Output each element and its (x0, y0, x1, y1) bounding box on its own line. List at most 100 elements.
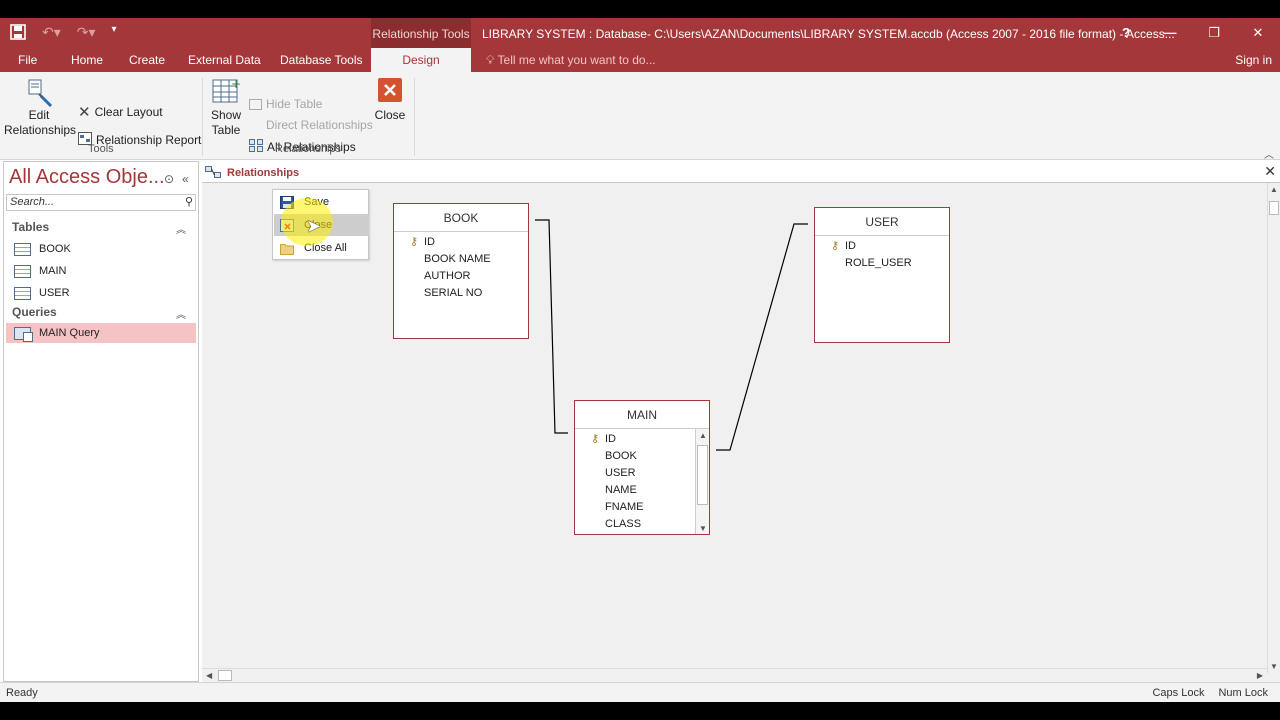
relationships-group-label: Relationships (275, 143, 342, 155)
scroll-thumb[interactable] (218, 670, 232, 681)
nav-menu-chevron-icon[interactable]: ⊙ (164, 172, 174, 186)
nav-group-queries[interactable]: Queries (12, 305, 57, 319)
title-bar: ↶▾ ↷▾ ▾ Relationship Tools LIBRARY SYSTE… (0, 18, 1280, 48)
table-title[interactable]: BOOK (394, 204, 528, 232)
field-row[interactable]: BOOK (575, 448, 709, 465)
close-x-icon (372, 78, 408, 108)
ribbon-separator-2 (414, 78, 415, 156)
close-window-button[interactable]: ✕ (1236, 18, 1280, 48)
edit-label-2: Relationships (4, 123, 77, 137)
document-tab-relationships[interactable]: Relationships (205, 163, 299, 183)
tab-design[interactable]: Design (371, 48, 471, 72)
nav-item-label: MAIN Query (39, 327, 100, 339)
tab-home[interactable]: Home (71, 53, 103, 67)
nav-item-book[interactable]: BOOK (14, 239, 194, 259)
menu-item-save[interactable]: Save (274, 191, 369, 213)
field-row[interactable]: ⚷ ID (575, 431, 709, 448)
direct-relationships-button[interactable]: Direct Relationships (249, 118, 373, 132)
field-row[interactable]: ⚷ ID (815, 238, 949, 255)
field-row[interactable]: CLASS (575, 516, 709, 533)
scroll-right-arrow-icon[interactable]: ▶ (1257, 671, 1263, 680)
show-table-button[interactable]: + Show Table (208, 77, 244, 138)
scroll-down-arrow-icon[interactable]: ▼ (699, 524, 707, 533)
edit-label-1: Edit (28, 108, 50, 122)
table-icon (14, 242, 31, 256)
table-title[interactable]: USER (815, 208, 949, 236)
clear-layout-button[interactable]: ✕ Clear Layout (78, 103, 163, 121)
restore-button[interactable]: ❐ (1192, 18, 1236, 48)
menu-item-label: Save (304, 196, 330, 208)
redo-icon[interactable]: ↷▾ (77, 24, 96, 43)
nav-group-tables[interactable]: Tables (12, 220, 49, 234)
field-row[interactable]: AUTHOR (394, 268, 528, 285)
user-table-box[interactable]: USER ⚷ ID ROLE_USER (814, 207, 950, 343)
field-row[interactable]: NAME (575, 482, 709, 499)
field-label: BOOK (605, 450, 637, 462)
close-relationships-button[interactable]: Close (372, 78, 408, 123)
scroll-up-arrow-icon[interactable]: ▲ (1270, 185, 1278, 194)
hide-table-button[interactable]: Hide Table (249, 97, 322, 111)
book-table-box[interactable]: BOOK ⚷ ID BOOK NAME AUTHOR SERIAL NO (393, 203, 529, 339)
sign-in-link[interactable]: Sign in (1235, 53, 1272, 67)
minimize-button[interactable]: — (1148, 18, 1192, 48)
undo-icon[interactable]: ↶▾ (42, 24, 61, 43)
edit-relationships-button[interactable]: Edit Relationships (4, 78, 77, 138)
nav-pane-title[interactable]: All Access Obje... (9, 166, 165, 189)
tab-database-tools[interactable]: Database Tools (280, 53, 363, 67)
save-icon[interactable] (10, 24, 26, 43)
scroll-left-arrow-icon[interactable]: ◀ (206, 671, 212, 680)
primary-key-icon: ⚷ (591, 433, 600, 445)
help-button[interactable]: ? (1104, 18, 1148, 48)
scroll-thumb[interactable] (1269, 201, 1279, 215)
primary-key-icon: ⚷ (410, 236, 419, 248)
search-icon[interactable]: ⚲ (185, 195, 193, 210)
mouse-pointer-icon: ➤ (306, 216, 322, 236)
main-table-scrollbar[interactable]: ▲ ▼ (695, 429, 709, 534)
scroll-down-arrow-icon[interactable]: ▼ (1270, 662, 1278, 671)
collapse-queries-icon[interactable]: ︽ (176, 306, 186, 321)
field-row[interactable]: ⚷ ID (394, 234, 528, 251)
table-icon (14, 264, 31, 278)
collapse-tables-icon[interactable]: ︽ (176, 221, 186, 236)
field-label: CLASS (605, 518, 642, 530)
hide-table-icon (249, 98, 262, 110)
nav-item-user[interactable]: USER (14, 283, 194, 303)
collapse-ribbon-icon[interactable]: ︿ (1264, 146, 1274, 161)
tell-me-search[interactable]: 💡︎ Tell me what you want to do... (486, 53, 656, 68)
field-row[interactable]: USER (575, 465, 709, 482)
tab-file[interactable]: File (18, 53, 37, 67)
menu-item-close-all[interactable]: Close All (274, 237, 369, 259)
customize-qat-icon[interactable]: ▾ (112, 24, 117, 43)
tab-external-data[interactable]: External Data (188, 53, 261, 67)
close-label: Close (374, 108, 406, 122)
status-indicators: Caps Lock Num Lock (1152, 687, 1268, 699)
tab-create[interactable]: Create (129, 53, 165, 67)
direct-relationships-icon (249, 120, 262, 131)
nav-item-label: BOOK (39, 243, 71, 255)
nav-item-main[interactable]: MAIN (14, 261, 194, 281)
close-document-icon[interactable]: ✕ (1264, 163, 1276, 180)
main-table-box[interactable]: MAIN ⚷ ID BOOK USER NAME FNAME CLASS ▲ ▼ (574, 400, 710, 535)
nav-search-input[interactable]: Search... ⚲ (6, 194, 196, 211)
menu-item-label: Close All (304, 242, 347, 254)
table-title[interactable]: MAIN (575, 401, 709, 429)
clear-layout-icon: ✕ (78, 104, 91, 121)
caps-lock-indicator: Caps Lock (1152, 687, 1205, 699)
field-row[interactable]: FNAME (575, 499, 709, 516)
field-row[interactable]: SERIAL NO (394, 285, 528, 302)
field-label: ID (605, 433, 616, 445)
canvas-horizontal-scrollbar[interactable]: ◀ ▶ (202, 668, 1267, 682)
field-row[interactable]: BOOK NAME (394, 251, 528, 268)
menu-item-close[interactable]: Close (274, 214, 369, 236)
field-row[interactable]: ROLE_USER (815, 255, 949, 272)
access-window: ↶▾ ↷▾ ▾ Relationship Tools LIBRARY SYSTE… (0, 18, 1280, 702)
folder-icon (280, 242, 294, 255)
canvas-vertical-scrollbar[interactable]: ▲ ▼ (1267, 183, 1280, 673)
shutter-bar-icon[interactable]: « (182, 172, 189, 186)
scroll-thumb[interactable] (697, 445, 708, 505)
scroll-up-arrow-icon[interactable]: ▲ (699, 431, 707, 440)
nav-item-main-query[interactable]: MAIN Query (6, 323, 196, 343)
nav-search-placeholder: Search... (10, 196, 55, 208)
edit-relationships-icon (4, 78, 74, 108)
field-label: ID (845, 240, 856, 252)
